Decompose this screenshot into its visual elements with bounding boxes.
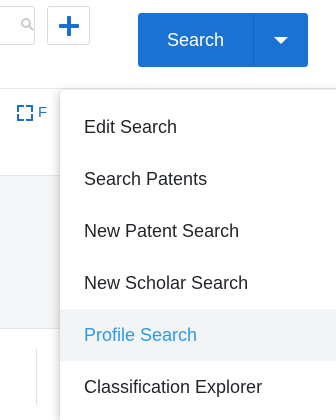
menu-item-search-patents[interactable]: Search Patents [60, 153, 336, 205]
menu-item-new-patent-search[interactable]: New Patent Search [60, 205, 336, 257]
plus-icon [58, 15, 79, 36]
caret-down-icon [274, 36, 288, 44]
background-row [0, 175, 60, 329]
search-icon [21, 18, 31, 28]
menu-item-classification-explorer[interactable]: Classification Explorer [60, 361, 336, 413]
menu-item-edit-search[interactable]: Edit Search [60, 101, 336, 153]
menu-item-new-scholar-search[interactable]: New Scholar Search [60, 257, 336, 309]
menu-item-profile-search[interactable]: Profile Search [60, 309, 336, 361]
search-options-toggle[interactable] [253, 13, 308, 67]
add-button[interactable] [47, 6, 90, 45]
search-options-menu: Edit Search Search Patents New Patent Se… [60, 90, 336, 420]
fullscreen-label[interactable]: F [38, 104, 47, 121]
fullscreen-icon[interactable] [17, 105, 33, 121]
search-button[interactable]: Search [138, 13, 253, 67]
search-input[interactable] [0, 6, 35, 45]
background-divider [36, 348, 37, 405]
